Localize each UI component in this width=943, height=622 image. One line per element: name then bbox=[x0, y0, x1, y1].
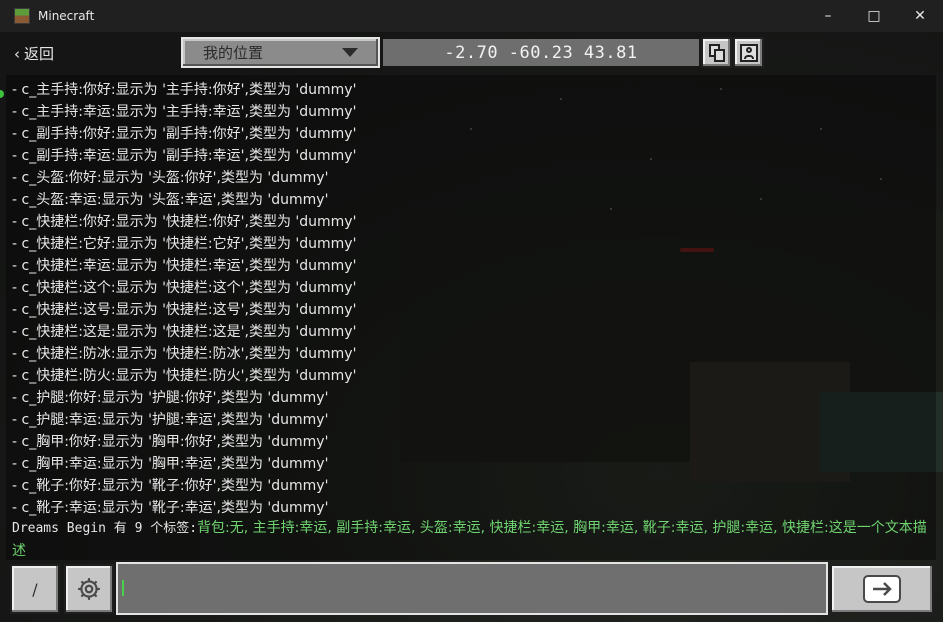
chat-line: - c_快捷栏:它好:显示为 '快捷栏:它好',类型为 'dummy' bbox=[12, 236, 357, 252]
window-title: Minecraft bbox=[38, 9, 95, 23]
chat-log: - c_主手持:你好:显示为 '主手持:你好',类型为 'dummy' - c_主… bbox=[6, 75, 936, 560]
window-controls: – □ ✕ bbox=[805, 0, 943, 32]
window-titlebar: Minecraft – □ ✕ bbox=[0, 0, 943, 32]
chat-line: - c_靴子:你好:显示为 '靴子:你好',类型为 'dummy' bbox=[12, 478, 329, 494]
back-button[interactable]: ‹ 返回 bbox=[14, 43, 54, 64]
chat-settings-button[interactable] bbox=[64, 564, 114, 614]
chat-line: - c_快捷栏:你好:显示为 '快捷栏:你好',类型为 'dummy' bbox=[12, 214, 357, 230]
chat-line: - c_头盔:你好:显示为 '头盔:你好',类型为 'dummy' bbox=[12, 170, 329, 186]
profile-button[interactable] bbox=[733, 37, 764, 68]
text-caret bbox=[122, 580, 124, 596]
slash-command-button[interactable]: / bbox=[10, 564, 60, 614]
minecraft-app-icon bbox=[14, 8, 30, 24]
dropdown-label: 我的位置 bbox=[203, 44, 264, 62]
send-icon bbox=[863, 575, 901, 603]
chat-summary-message: Dreams Begin 有 9 个标签:背包:无, 主手持:幸运, 副手持:幸… bbox=[12, 517, 932, 562]
chat-line: - c_护腿:你好:显示为 '护腿:你好',类型为 'dummy' bbox=[12, 390, 329, 406]
minimize-button[interactable]: – bbox=[805, 0, 851, 32]
chat-line: - c_快捷栏:这是:显示为 '快捷栏:这是',类型为 'dummy' bbox=[12, 324, 357, 340]
chat-line: - c_主手持:幸运:显示为 '主手持:幸运',类型为 'dummy' bbox=[12, 104, 357, 120]
position-dropdown[interactable]: 我的位置 bbox=[181, 37, 380, 68]
chat-input[interactable] bbox=[116, 562, 828, 615]
gear-icon bbox=[78, 578, 100, 600]
copy-coordinates-button[interactable] bbox=[701, 37, 732, 68]
coordinates-display: -2.70 -60.23 43.81 bbox=[383, 39, 699, 66]
chat-line: - c_快捷栏:这个:显示为 '快捷栏:这个',类型为 'dummy' bbox=[12, 280, 357, 296]
chat-line: - c_护腿:幸运:显示为 '护腿:幸运',类型为 'dummy' bbox=[12, 412, 329, 428]
send-button[interactable] bbox=[830, 564, 934, 614]
chat-topbar: ‹ 返回 我的位置 -2.70 -60.23 43.81 bbox=[0, 36, 943, 69]
summary-prefix: Dreams Begin 有 9 个标签: bbox=[12, 521, 198, 536]
caret-down-icon bbox=[342, 48, 358, 57]
chat-line: - c_胸甲:你好:显示为 '胸甲:你好',类型为 'dummy' bbox=[12, 434, 329, 450]
profile-icon bbox=[739, 43, 758, 62]
chat-line: - c_胸甲:幸运:显示为 '胸甲:幸运',类型为 'dummy' bbox=[12, 456, 329, 472]
chat-line: - c_头盔:幸运:显示为 '头盔:幸运',类型为 'dummy' bbox=[12, 192, 329, 208]
chevron-left-icon: ‹ bbox=[14, 44, 20, 63]
chat-lines: - c_主手持:你好:显示为 '主手持:你好',类型为 'dummy' - c_主… bbox=[12, 79, 356, 519]
chat-line: - c_靴子:幸运:显示为 '靴子:幸运',类型为 'dummy' bbox=[12, 500, 329, 516]
maximize-button[interactable]: □ bbox=[851, 0, 897, 32]
chat-line: - c_副手持:幸运:显示为 '副手持:幸运',类型为 'dummy' bbox=[12, 148, 357, 164]
chat-line: - c_快捷栏:防火:显示为 '快捷栏:防火',类型为 'dummy' bbox=[12, 368, 357, 384]
chat-line: - c_副手持:你好:显示为 '副手持:你好',类型为 'dummy' bbox=[12, 126, 357, 142]
close-button[interactable]: ✕ bbox=[897, 0, 943, 32]
chat-line: - c_主手持:你好:显示为 '主手持:你好',类型为 'dummy' bbox=[12, 82, 357, 98]
chat-line: - c_快捷栏:幸运:显示为 '快捷栏:幸运',类型为 'dummy' bbox=[12, 258, 357, 274]
back-label: 返回 bbox=[24, 45, 55, 63]
copy-coordinates-icon bbox=[708, 43, 725, 62]
chat-input-bar: / bbox=[0, 561, 943, 622]
chat-line: - c_快捷栏:这号:显示为 '快捷栏:这号',类型为 'dummy' bbox=[12, 302, 357, 318]
chat-line: - c_快捷栏:防冰:显示为 '快捷栏:防冰',类型为 'dummy' bbox=[12, 346, 357, 362]
